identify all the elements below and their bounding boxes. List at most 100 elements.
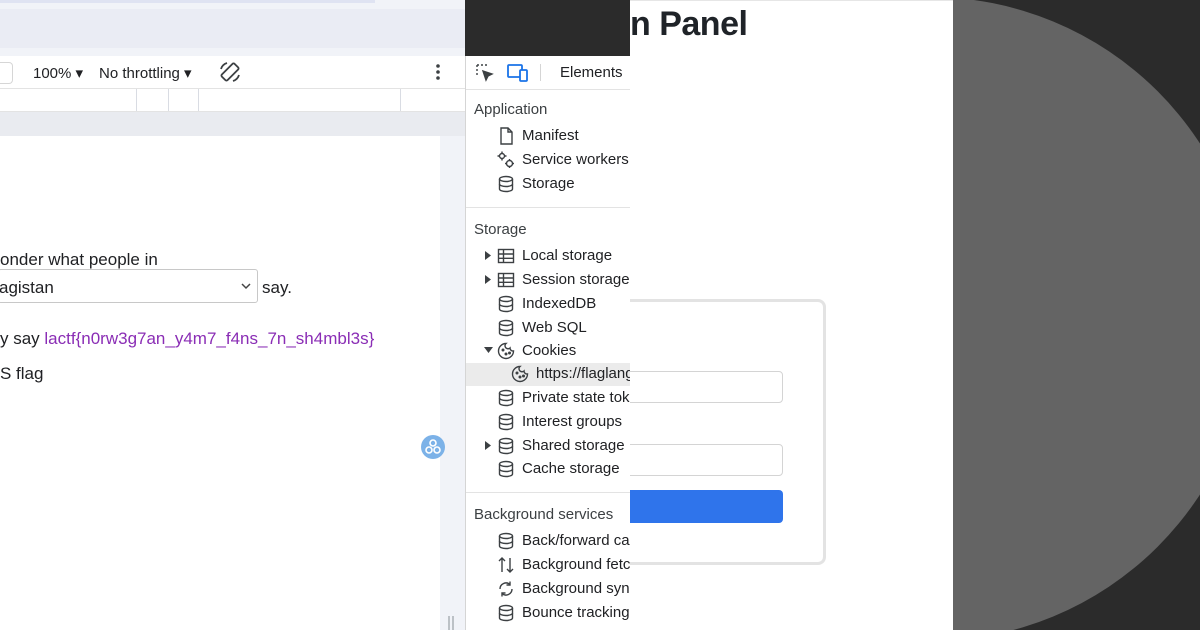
tree-item-label: Interest groups [522,413,623,430]
tree-item-label: https://flaglang [536,365,630,382]
tree-item-label: Local storage [522,247,613,264]
dimension-input[interactable] [0,62,13,84]
devtools-panel: Elements Application Manifest Service wo… [465,56,630,630]
flag-line: y say lactf{n0rw3g7an_y4m7_f4ns_7n_sh4mb… [0,329,374,349]
tree-item-label: IndexedDB [522,295,597,312]
device-toggle-icon[interactable] [507,63,529,83]
toolbar-divider [540,64,541,81]
flag-value: lactf{n0rw3g7an_y4m7_f4ns_7n_sh4mbl3s} [44,329,375,348]
country-select[interactable]: agistan [0,269,258,303]
section-divider [466,207,630,208]
caret-down-icon: ▾ [184,65,192,82]
database-icon [497,460,515,478]
rotate-icon[interactable] [218,60,242,84]
cookie-icon [511,365,529,383]
database-icon [497,604,515,622]
flag-note: S flag [0,364,44,383]
address-bar-edge [0,0,375,3]
database-icon [497,389,515,407]
chevron-down-icon [241,281,251,291]
tree-item-background-sync[interactable]: Background sync [466,578,630,601]
section-background-services[interactable]: Background services [474,506,613,523]
table-icon [497,247,515,265]
tree-item-label: Bounce tracking [522,604,630,621]
tree-item-web-sql[interactable]: Web SQL [466,317,630,340]
tree-item-label: Shared storage [522,437,625,454]
emulated-page [0,136,440,630]
zoom-value: 100% [33,65,72,82]
file-icon [497,127,515,145]
desktop-backdrop [953,0,1200,630]
database-icon [497,413,515,431]
tree-item-label: Service workers [522,151,629,168]
tree-item-shared-storage[interactable]: Shared storage [466,435,630,458]
section-application[interactable]: Application [474,101,547,118]
tree-item-cookies[interactable]: Cookies [466,340,630,363]
tree-item-background-fetch[interactable]: Background fetch [466,554,630,577]
devtools-toolbar: Elements [466,56,630,90]
tree-item-manifest[interactable]: Manifest [466,125,630,148]
tree-item-indexeddb[interactable]: IndexedDB [466,293,630,316]
section-divider [466,492,630,493]
tree-item-local-storage[interactable]: Local storage [466,245,630,268]
tree-item-label: Storage [522,175,575,192]
database-icon [497,319,515,337]
login-button[interactable] [630,490,783,523]
flag-prefix: y say [0,329,45,348]
more-options-icon[interactable] [430,62,446,82]
tree-item-label: Cookies [522,342,577,359]
up-down-arrows-icon [497,556,515,574]
table-icon [497,271,515,289]
tree-item-label: Private state toke [522,389,630,406]
zoom-dropdown[interactable]: 100% ▾ [33,64,83,82]
ruler-band [0,112,465,136]
tree-item-interest-groups[interactable]: Interest groups [466,411,630,434]
media-query-ruler [0,89,465,112]
throttle-value: No throttling [99,65,180,82]
page-title: n Panel [630,5,748,43]
tree-item-label: Back/forward cac [522,532,630,549]
say-text: say. [262,278,292,297]
tree-item-cookie-origin[interactable]: https://flaglang [466,363,630,386]
username-field[interactable] [630,371,783,403]
tree-item-label: Web SQL [522,319,587,336]
tree-item-label: Background sync [522,580,630,597]
throttle-dropdown[interactable]: No throttling ▾ [99,64,192,82]
tree-item-bounce-tracking[interactable]: Bounce tracking [466,602,630,625]
tree-item-storage[interactable]: Storage [466,173,630,196]
tree-item-label: Manifest [522,127,579,144]
tree-item-label: Cache storage [522,460,620,477]
page-side-track [440,136,465,630]
password-field[interactable] [630,444,783,476]
tree-item-cache-storage[interactable]: Cache storage [466,458,630,481]
browser-viewport: 100% ▾ No throttling ▾ onder what people… [0,0,465,630]
backdrop-circle [953,0,1200,630]
expand-arrow-icon[interactable] [484,275,492,284]
gears-icon [497,151,515,169]
login-card [630,299,826,565]
database-icon [497,532,515,550]
database-icon [497,437,515,455]
expand-arrow-icon[interactable] [484,251,492,260]
caret-down-icon: ▾ [75,65,84,82]
sync-icon [497,580,515,598]
cookie-icon [497,342,515,360]
tree-item-label: Background fetch [522,556,630,573]
tab-elements[interactable]: Elements [560,64,623,81]
tree-item-private-state-tokens[interactable]: Private state toke [466,387,630,410]
tree-item-session-storage[interactable]: Session storage [466,269,630,292]
prompt-text: onder what people in [0,250,158,269]
resize-handle-icon[interactable] [447,616,455,630]
expand-arrow-icon[interactable] [484,441,492,450]
section-storage[interactable]: Storage [474,221,527,238]
tree-item-service-workers[interactable]: Service workers [466,149,630,172]
database-icon [497,175,515,193]
database-icon [497,295,515,313]
tree-item-label: Session storage [522,271,630,288]
tree-item-back-forward-cache[interactable]: Back/forward cac [466,530,630,553]
admin-page: n Panel [630,0,953,630]
extension-icon[interactable] [421,435,445,459]
country-select-value: agistan [0,278,54,297]
collapse-arrow-icon[interactable] [484,346,493,355]
inspect-element-icon[interactable] [475,63,495,83]
